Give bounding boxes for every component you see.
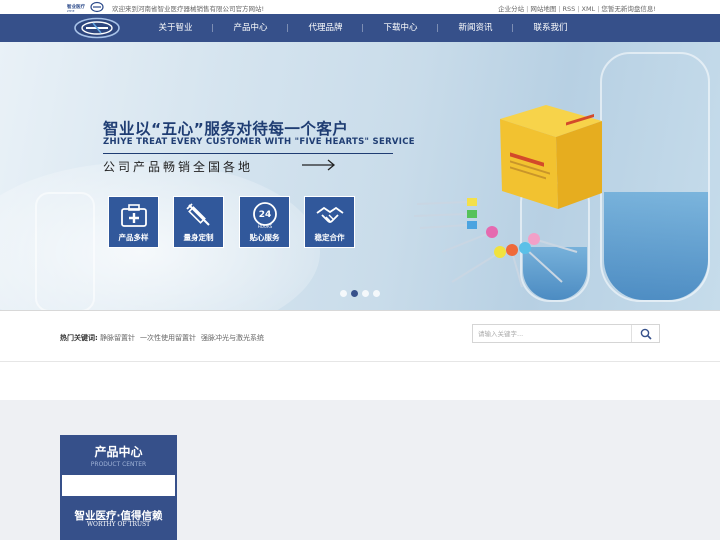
inquiry-notice[interactable]: 您暂无新询盘信息! [601,5,656,13]
catheter-image [413,198,578,288]
company-logo-small[interactable]: 智业医疗 ZHIYE [66,1,104,13]
slide-dot-4[interactable] [373,290,380,297]
main-nav: 关于智业 产品中心 代理品牌 下载中心 新闻资讯 联系我们 [0,14,720,42]
slide-indicators [340,290,380,297]
link-xml[interactable]: XML [582,5,596,13]
link-rss[interactable]: RSS [563,5,576,13]
handshake-icon [316,206,344,223]
slide-dot-3[interactable] [362,290,369,297]
search-icon [640,328,652,340]
product-center-slogan-en: WORTHY OF TRUST [86,521,151,528]
keyword-link[interactable]: 一次性使用留置针 [140,334,196,342]
banner-divider [103,153,393,154]
welcome-text: 欢迎来到河南省智业医疗器械销售有限公司官方网站! [112,5,265,13]
slide-dot-2[interactable] [351,290,358,297]
link-site-map[interactable]: 网站地图 [530,5,556,13]
hot-keywords: 热门关键词: 静脉留置针 一次性使用留置针 强脉冲光与激光系统 [60,333,269,343]
banner-title-en: ZHIYE TREAT EVERY CUSTOMER WITH "FIVE HE… [103,137,415,147]
nav-item-downloads[interactable]: 下载中心 [363,14,438,42]
feature-label: 量身定制 [183,233,214,242]
medical-kit-icon [121,204,147,227]
top-links: 企业分站 | 网站地图 | RSS | XML | 您暂无新询盘信息! [498,5,656,13]
hot-keywords-label: 热门关键词: [60,334,98,342]
keyword-link[interactable]: 静脉留置针 [100,334,135,342]
feature-label: 贴心服务 [249,233,280,242]
slide-dot-1[interactable] [340,290,347,297]
product-center-title[interactable]: 产品中心 [60,443,177,460]
feature-tile-custom: 量身定制 [173,196,224,248]
svg-text:ZHIYE: ZHIYE [67,9,75,13]
top-bar: 智业医疗 ZHIYE 欢迎来到河南省智业医疗器械销售有限公司官方网站! 企业分站… [0,0,720,14]
svg-text:HOURS: HOURS [258,224,273,229]
bottle-decoration [35,192,95,310]
company-logo[interactable] [73,17,121,39]
feature-label: 产品多样 [118,233,149,242]
nav-item-products[interactable]: 产品中心 [213,14,288,42]
hero-banner[interactable]: 智业以“五心”服务对待每一个客户 ZHIYE TREAT EVERY CUSTO… [0,42,720,310]
nav-item-news[interactable]: 新闻资讯 [438,14,513,42]
link-sub-sites[interactable]: 企业分站 [498,5,524,13]
syringe-icon [186,203,210,226]
banner-subtitle: 公司产品畅销全国各地 [103,160,254,174]
nav-item-about[interactable]: 关于智业 [138,14,213,42]
24-hours-icon: 24 HOURS [253,202,277,229]
product-center-subtitle: PRODUCT CENTER [90,461,147,468]
arrow-right-icon [302,159,336,171]
product-center-category-slot[interactable] [62,475,175,496]
nav-item-brands[interactable]: 代理品牌 [288,14,363,42]
feature-label: 稳定合作 [314,233,345,242]
svg-text:24: 24 [259,210,272,220]
liquid-decoration [604,192,708,300]
feature-tile-cooperation: 稳定合作 [304,196,355,248]
product-center-panel: 产品中心 PRODUCT CENTER 智业医疗·值得信赖 WORTHY OF … [60,435,177,540]
hot-keywords-bar: 热门关键词: 静脉留置针 一次性使用留置针 强脉冲光与激光系统 [0,310,720,362]
nav-menu: 关于智业 产品中心 代理品牌 下载中心 新闻资讯 联系我们 [138,14,588,42]
search-input[interactable] [473,325,633,342]
search-box [472,324,660,343]
banner-title: 智业以“五心”服务对待每一个客户 [103,120,349,138]
svg-text:智业医疗: 智业医疗 [67,3,85,10]
feature-tile-variety: 产品多样 [108,196,159,248]
nav-item-contact[interactable]: 联系我们 [513,14,588,42]
keyword-link[interactable]: 强脉冲光与激光系统 [201,334,264,342]
search-button[interactable] [631,325,659,342]
feature-tile-service: 24 HOURS 贴心服务 [239,196,290,248]
